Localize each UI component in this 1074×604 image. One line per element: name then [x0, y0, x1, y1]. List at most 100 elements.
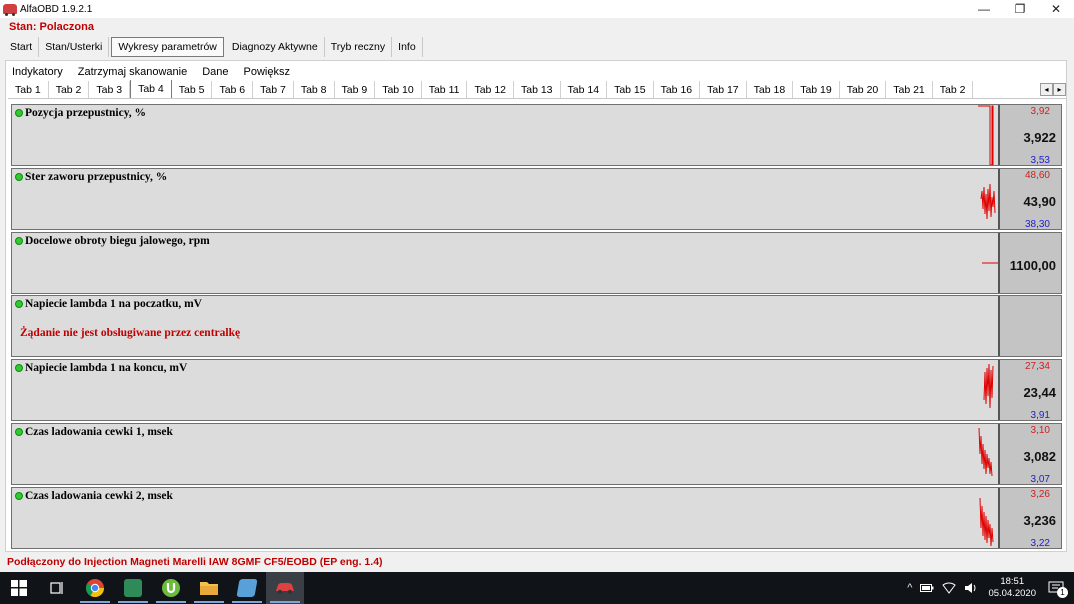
close-button[interactable]: ✕ — [1038, 0, 1074, 18]
status-dot-icon — [15, 173, 23, 181]
param-min: 38,30 — [1024, 219, 1050, 230]
param-trace — [982, 262, 998, 264]
tab-scroll-left-button[interactable]: ◂ — [1040, 83, 1053, 96]
tab-10[interactable]: Tab 10 — [375, 81, 422, 98]
param-value: 43,90 — [1023, 194, 1056, 209]
tab-4[interactable]: Tab 4 — [130, 80, 172, 98]
window-title: AlfaOBD 1.9.2.1 — [20, 3, 93, 15]
tab-12[interactable]: Tab 12 — [467, 81, 514, 98]
system-tray: ^ 18:51 05.04.2020 1 — [903, 572, 1074, 604]
submenu-powieksz[interactable]: Powiększ — [243, 66, 289, 78]
param-label: Napiecie lambda 1 na poczatku, mV — [25, 298, 202, 310]
param-label: Docelowe obroty biegu jalowego, rpm — [25, 235, 210, 247]
tab-16[interactable]: Tab 16 — [653, 81, 701, 98]
submenu-zatrzymaj-skanowanie[interactable]: Zatrzymaj skanowanie — [78, 66, 187, 78]
tab-9[interactable]: Tab 9 — [334, 81, 376, 98]
tab-18[interactable]: Tab 18 — [746, 81, 794, 98]
start-button[interactable] — [0, 572, 38, 604]
tab-20[interactable]: Tab 20 — [839, 81, 887, 98]
param-panel[interactable]: Pozycja przepustnicy, % 3,92 3,922 3,53 — [11, 104, 1062, 166]
windows-icon — [11, 580, 27, 596]
tab-22[interactable]: Tab 2 — [932, 81, 974, 98]
value-box: 3,26 3,236 3,22 — [998, 488, 1061, 549]
param-trace — [978, 427, 993, 477]
notepad-taskbar-button[interactable] — [228, 572, 266, 604]
submenu-indykatory[interactable]: Indykatory — [12, 66, 63, 78]
tab-11[interactable]: Tab 11 — [421, 81, 468, 98]
taskbar: ^ 18:51 05.04.2020 1 — [0, 572, 1074, 604]
param-panel[interactable]: Czas ladowania cewki 1, msek 3,10 3,082 … — [11, 423, 1062, 485]
tab-19[interactable]: Tab 19 — [793, 81, 840, 98]
ecu-connection-status: Podłączony do Injection Magneti Marelli … — [7, 556, 383, 568]
param-value: 3,236 — [1023, 513, 1056, 528]
chart-submenu: Indykatory Zatrzymaj skanowanie Dane Pow… — [12, 64, 305, 80]
menu-wykresy-parametrow[interactable]: Wykresy parametrów — [111, 37, 224, 57]
task-view-icon — [50, 582, 63, 594]
param-max: 3,10 — [1030, 425, 1050, 436]
param-value: 3,922 — [1023, 130, 1056, 145]
connection-status: Stan: Polaczona — [9, 21, 94, 33]
tab-14[interactable]: Tab 14 — [560, 81, 608, 98]
tab-15[interactable]: Tab 15 — [607, 81, 654, 98]
tab-7[interactable]: Tab 7 — [253, 81, 294, 98]
tab-8[interactable]: Tab 8 — [293, 81, 335, 98]
tab-21[interactable]: Tab 21 — [886, 81, 933, 98]
alfaobd-taskbar-button[interactable] — [266, 572, 304, 604]
value-box: 27,34 23,44 3,91 — [998, 360, 1061, 421]
param-max: 3,92 — [1030, 106, 1050, 117]
tab-13[interactable]: Tab 13 — [514, 81, 561, 98]
car-icon — [276, 583, 294, 595]
maximize-button[interactable]: ❐ — [1002, 0, 1038, 18]
volume-icon[interactable] — [964, 582, 978, 594]
tab-scroll: ◂ ▸ — [1040, 83, 1066, 96]
value-box: 3,92 3,922 3,53 — [998, 105, 1061, 166]
menu-stan-usterki[interactable]: Stan/Usterki — [39, 37, 110, 57]
clock-time: 18:51 — [1000, 576, 1025, 587]
param-label: Ster zaworu przepustnicy, % — [25, 171, 168, 183]
title-bar: AlfaOBD 1.9.2.1 — ❐ ✕ — [0, 0, 1074, 18]
battery-icon[interactable] — [920, 583, 934, 593]
param-panel[interactable]: Docelowe obroty biegu jalowego, rpm 1100… — [11, 232, 1062, 294]
tray-chevron-icon[interactable]: ^ — [907, 582, 912, 594]
tab-3[interactable]: Tab 3 — [89, 81, 131, 98]
notepad-icon — [236, 579, 258, 597]
tab-6[interactable]: Tab 6 — [212, 81, 254, 98]
notification-center-button[interactable]: 1 — [1044, 576, 1068, 600]
param-panel[interactable]: Czas ladowania cewki 2, msek 3,26 3,236 … — [11, 487, 1062, 549]
param-panel[interactable]: Napiecie lambda 1 na koncu, mV 27,34 23,… — [11, 359, 1062, 421]
param-max: 3,26 — [1030, 489, 1050, 500]
submenu-dane[interactable]: Dane — [202, 66, 228, 78]
param-panel[interactable]: Napiecie lambda 1 na poczatku, mV Żądani… — [11, 295, 1062, 357]
clock-date: 05.04.2020 — [988, 588, 1036, 599]
menu-diagnozy-aktywne[interactable]: Diagnozy Aktywne — [226, 37, 325, 57]
photos-icon — [124, 579, 142, 597]
utorrent-taskbar-button[interactable] — [152, 572, 190, 604]
task-view-button[interactable] — [38, 572, 76, 604]
tab-2[interactable]: Tab 2 — [48, 81, 90, 98]
tab-17[interactable]: Tab 17 — [700, 81, 747, 98]
menu-start[interactable]: Start — [4, 37, 40, 57]
tab-5[interactable]: Tab 5 — [171, 81, 213, 98]
tab-scroll-right-button[interactable]: ▸ — [1053, 83, 1066, 96]
param-value: 23,44 — [1023, 385, 1056, 400]
param-label: Czas ladowania cewki 2, msek — [25, 490, 173, 502]
minimize-button[interactable]: — — [966, 0, 1002, 18]
menu-tryb-reczny[interactable]: Tryb reczny — [325, 37, 393, 57]
param-panel[interactable]: Ster zaworu przepustnicy, % 48,60 43,90 … — [11, 168, 1062, 230]
tab-1[interactable]: Tab 1 — [8, 81, 49, 98]
menu-info[interactable]: Info — [392, 37, 423, 57]
taskbar-clock[interactable]: 18:51 05.04.2020 — [988, 576, 1036, 600]
value-box — [998, 296, 1061, 356]
status-dot-icon — [15, 364, 23, 372]
param-min: 3,07 — [1030, 474, 1050, 485]
file-explorer-taskbar-button[interactable] — [190, 572, 228, 604]
status-dot-icon — [15, 428, 23, 436]
param-trace — [979, 497, 994, 547]
photos-taskbar-button[interactable] — [114, 572, 152, 604]
param-max: 48,60 — [1024, 170, 1050, 181]
network-icon[interactable] — [942, 582, 957, 594]
app-car-icon — [3, 4, 17, 16]
value-box: 3,10 3,082 3,07 — [998, 424, 1061, 485]
param-trace — [983, 363, 994, 409]
chrome-taskbar-button[interactable] — [76, 572, 114, 604]
